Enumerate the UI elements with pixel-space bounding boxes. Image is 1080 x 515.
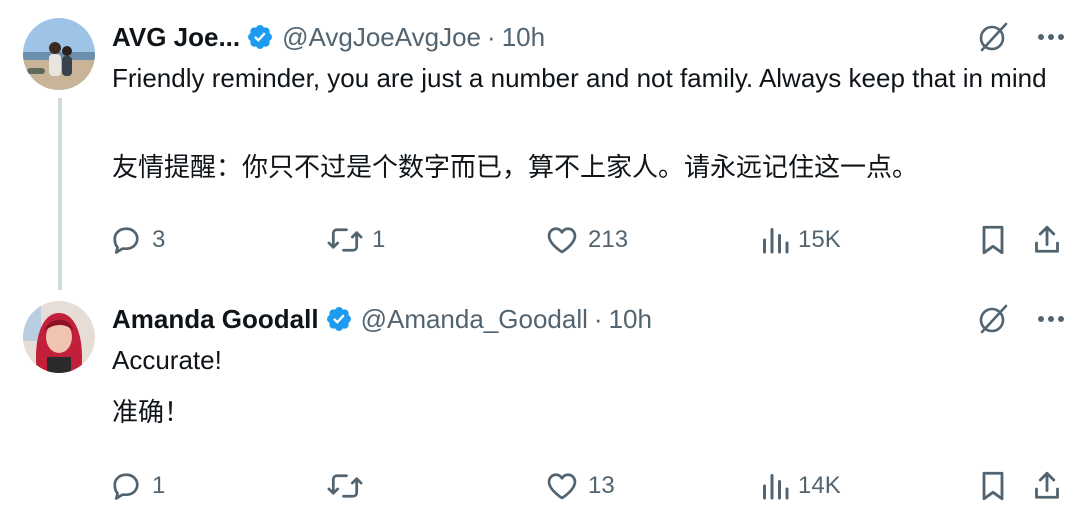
repost-button[interactable]: 1 bbox=[326, 220, 385, 260]
avatar[interactable] bbox=[23, 18, 95, 90]
verified-badge-icon bbox=[326, 307, 351, 331]
views-bar-icon bbox=[763, 474, 789, 500]
handle[interactable]: @AvgJoeAvgJoe bbox=[282, 22, 481, 53]
avatar-photo-icon bbox=[23, 18, 95, 90]
reply-count: 1 bbox=[152, 472, 166, 499]
display-name[interactable]: Amanda Goodall bbox=[112, 304, 319, 335]
reply-icon bbox=[113, 227, 139, 254]
tweet-translation: 准确！ bbox=[112, 397, 191, 427]
like-button[interactable]: 13 bbox=[544, 466, 615, 506]
handle[interactable]: @Amanda_Goodall bbox=[361, 304, 588, 335]
bookmark-button[interactable] bbox=[978, 466, 1008, 506]
tweet-1[interactable]: AVG Joe... @AvgJoeAvgJoe · 10h Friendly … bbox=[0, 0, 1080, 290]
header-actions bbox=[976, 299, 1066, 339]
more-dots-icon[interactable] bbox=[1036, 314, 1066, 324]
reply-button[interactable]: 3 bbox=[108, 220, 165, 260]
views-button[interactable]: 14K bbox=[760, 466, 841, 506]
grok-slash-icon[interactable] bbox=[976, 20, 1010, 54]
thread-line bbox=[58, 98, 62, 290]
repost-icon bbox=[327, 474, 363, 498]
grok-slash-icon[interactable] bbox=[976, 302, 1010, 336]
header-actions bbox=[976, 17, 1066, 57]
display-name[interactable]: AVG Joe... bbox=[112, 22, 240, 53]
reply-button[interactable]: 1 bbox=[108, 466, 165, 506]
reply-icon bbox=[113, 473, 139, 500]
repost-count: 1 bbox=[372, 226, 386, 253]
timestamp[interactable]: 10h bbox=[502, 22, 545, 53]
timestamp[interactable]: 10h bbox=[609, 304, 652, 335]
repost-icon bbox=[327, 228, 363, 252]
bookmark-icon bbox=[982, 225, 1004, 255]
bookmark-button[interactable] bbox=[978, 220, 1008, 260]
views-button[interactable]: 15K bbox=[760, 220, 841, 260]
avatar-photo-icon bbox=[23, 301, 95, 373]
like-button[interactable]: 213 bbox=[544, 220, 628, 260]
tweet-2[interactable]: Amanda Goodall @Amanda_Goodall · 10h Acc… bbox=[0, 285, 1080, 515]
tweet-translation: 友情提醒：你只不过是个数字而已，算不上家人。请永远记住这一点。 bbox=[112, 152, 919, 182]
tweet-actions: 1 13 14K bbox=[108, 466, 1068, 506]
reply-count: 3 bbox=[152, 226, 166, 253]
like-count: 213 bbox=[588, 226, 629, 253]
heart-icon bbox=[547, 473, 577, 500]
tweet-text: Accurate! bbox=[112, 345, 222, 375]
verified-badge-icon bbox=[248, 25, 273, 49]
heart-icon bbox=[547, 227, 577, 254]
repost-button[interactable] bbox=[326, 466, 372, 506]
separator: · bbox=[593, 303, 603, 334]
share-button[interactable] bbox=[1032, 220, 1062, 260]
tweet-header: AVG Joe... @AvgJoeAvgJoe · 10h bbox=[112, 17, 545, 57]
share-button[interactable] bbox=[1032, 466, 1062, 506]
views-bar-icon bbox=[763, 228, 789, 254]
tweet-header: Amanda Goodall @Amanda_Goodall · 10h bbox=[112, 299, 652, 339]
share-icon bbox=[1035, 225, 1059, 253]
views-count: 15K bbox=[798, 226, 841, 253]
avatar[interactable] bbox=[23, 301, 95, 373]
separator: · bbox=[487, 21, 496, 52]
views-count: 14K bbox=[798, 472, 841, 499]
bookmark-icon bbox=[982, 471, 1004, 501]
tweet-text: Friendly reminder, you are just a number… bbox=[112, 63, 1047, 93]
share-icon bbox=[1035, 471, 1059, 499]
tweet-actions: 3 1 213 15K bbox=[108, 220, 1068, 260]
like-count: 13 bbox=[588, 472, 615, 499]
more-dots-icon[interactable] bbox=[1036, 32, 1066, 42]
